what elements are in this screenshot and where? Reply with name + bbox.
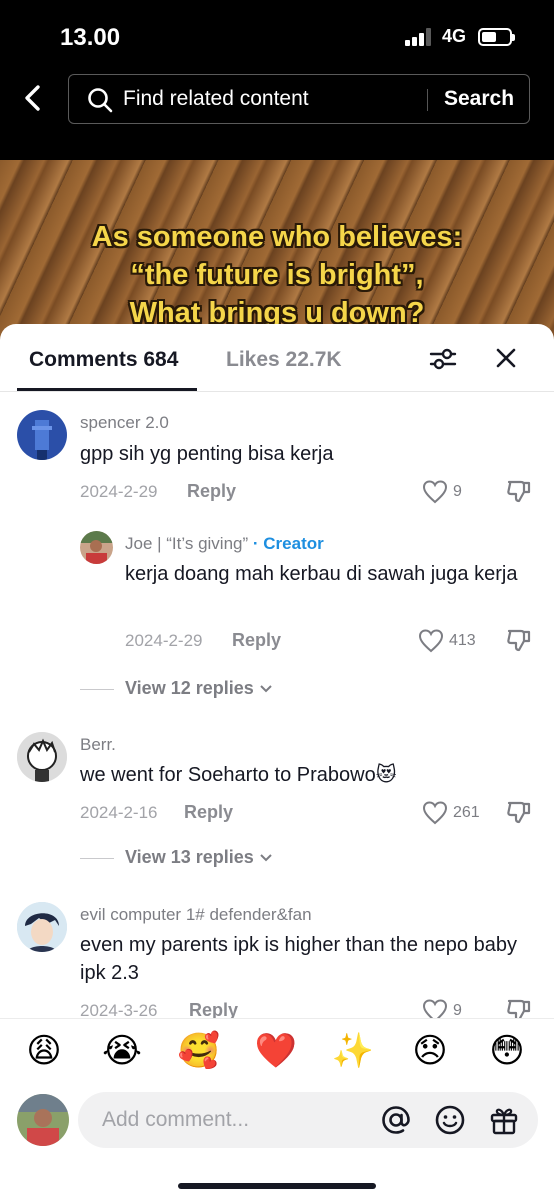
dislike-icon[interactable]: [506, 997, 532, 1018]
dislike-icon[interactable]: [506, 799, 532, 825]
comment-text: even my parents ipk is higher than the n…: [80, 934, 517, 984]
tab-comments[interactable]: Comments 684: [29, 348, 178, 372]
dislike-icon[interactable]: [506, 627, 532, 653]
comment-list[interactable]: spencer 2.0 gpp sih yg penting bisa kerj…: [0, 392, 554, 1018]
sheet-tabs: Comments 684 Likes 22.7K: [0, 324, 554, 392]
divider-line: [80, 858, 114, 859]
back-arrow-icon[interactable]: [18, 82, 50, 114]
reply-button[interactable]: Reply: [184, 802, 233, 823]
tab-likes[interactable]: Likes 22.7K: [226, 348, 342, 372]
emoji-disappointed[interactable]: 😞: [408, 1031, 452, 1071]
comments-sheet: Comments 684 Likes 22.7K spencer 2.0 gpp…: [0, 324, 554, 1200]
dislike-icon[interactable]: [506, 478, 532, 504]
comment-date: 2024-2-29: [80, 482, 158, 501]
creator-badge: · Creator: [252, 534, 324, 553]
comment-username[interactable]: Berr.: [80, 735, 116, 755]
comment-date: 2024-2-16: [80, 803, 158, 822]
comment-input-placeholder[interactable]: Add comment...: [102, 1108, 249, 1132]
emoji-sparkles[interactable]: ✨: [331, 1031, 375, 1071]
search-bar[interactable]: Find related content Search: [68, 74, 530, 124]
filter-icon[interactable]: [428, 344, 458, 374]
comment-text: kerja doang mah kerbau di sawah juga ker…: [125, 563, 518, 585]
view-replies-text: View 13 replies: [125, 847, 254, 867]
avatar[interactable]: [17, 902, 67, 952]
divider-line: [80, 689, 114, 690]
heart-icon[interactable]: [422, 999, 448, 1018]
like-count: 261: [453, 804, 480, 821]
avatar[interactable]: [17, 732, 67, 782]
emoji-quick-bar: 😩 😭 🥰 ❤️ ✨ 😞 😳: [0, 1018, 554, 1082]
search-button[interactable]: Search: [444, 87, 514, 111]
video-preview[interactable]: As someone who believes: “the future is …: [0, 160, 554, 340]
reply-button[interactable]: Reply: [189, 1000, 238, 1018]
tab-active-indicator: [17, 388, 197, 391]
heart-icon[interactable]: [418, 629, 444, 653]
emoji-red-heart[interactable]: ❤️: [254, 1031, 298, 1071]
network-type: 4G: [442, 26, 467, 46]
reply-button[interactable]: Reply: [187, 481, 236, 502]
close-icon[interactable]: [494, 346, 518, 370]
video-caption-line: “the future is bright”,: [130, 259, 424, 291]
view-replies-label: View 12 replies: [125, 678, 273, 699]
search-header: Find related content Search: [0, 68, 554, 160]
comment-date: 2024-3-26: [80, 1001, 158, 1018]
view-replies-text: View 12 replies: [125, 678, 254, 698]
avatar[interactable]: [80, 531, 113, 564]
comment-username[interactable]: Joe | “It’s giving” · Creator: [125, 534, 324, 554]
emoji-weary[interactable]: 😩: [22, 1031, 66, 1071]
video-caption: As someone who believes: “the future is …: [0, 218, 554, 332]
reply-button[interactable]: Reply: [232, 630, 281, 651]
status-bar: 13.00 4G: [0, 0, 554, 68]
emoji-smiling-hearts[interactable]: 🥰: [177, 1031, 221, 1071]
home-indicator[interactable]: [178, 1183, 376, 1189]
signal-icon: [405, 28, 433, 46]
like-count: 413: [449, 632, 476, 649]
emoji-crying[interactable]: 😭: [100, 1031, 144, 1071]
comment-input[interactable]: Add comment...: [78, 1092, 538, 1148]
battery-icon: [478, 28, 515, 46]
comment-username[interactable]: evil computer 1# defender&fan: [80, 905, 312, 925]
status-time: 13.00: [60, 24, 121, 51]
chevron-down-icon: [260, 854, 272, 862]
chevron-down-icon: [260, 685, 272, 693]
comment-text: gpp sih yg penting bisa kerja: [80, 443, 334, 465]
video-caption-line: As someone who believes:: [91, 221, 463, 253]
username-text[interactable]: Joe | “It’s giving”: [125, 534, 248, 553]
search-icon: [88, 88, 113, 113]
search-input[interactable]: Find related content: [123, 87, 309, 111]
avatar[interactable]: [17, 410, 67, 460]
comment-text: we went for Soeharto to Prabowo😻: [80, 764, 397, 786]
heart-icon[interactable]: [422, 480, 448, 504]
emoji-icon[interactable]: [434, 1104, 466, 1136]
heart-icon[interactable]: [422, 801, 448, 825]
like-count: 9: [453, 1002, 462, 1018]
comment-date: 2024-2-29: [125, 631, 203, 650]
search-divider: [427, 89, 428, 111]
comment-username[interactable]: spencer 2.0: [80, 413, 169, 433]
emoji-flushed[interactable]: 😳: [485, 1031, 529, 1071]
at-icon[interactable]: [380, 1104, 412, 1136]
my-avatar[interactable]: [17, 1094, 69, 1146]
view-replies-label: View 13 replies: [125, 847, 273, 868]
like-count: 9: [453, 483, 462, 500]
gift-icon[interactable]: [488, 1104, 520, 1136]
